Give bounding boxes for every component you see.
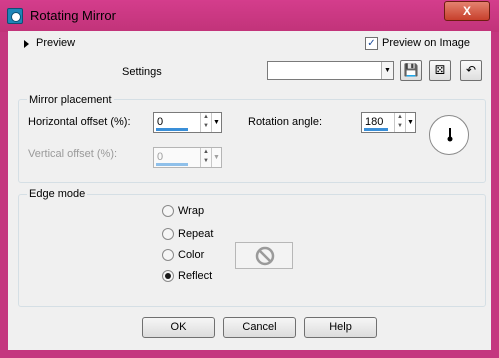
no-color-icon (255, 246, 275, 266)
dialog-body: Preview ✓ Preview on Image Settings ▼ 💾 … (8, 31, 491, 350)
chevron-down-icon: ▼ (211, 148, 221, 167)
chevron-down-icon[interactable]: ▼ (405, 113, 415, 132)
radio-color-label[interactable]: Color (178, 249, 204, 261)
radio-reflect[interactable] (162, 270, 174, 282)
spin-arrows-icon[interactable]: ▲ ▼ (200, 113, 211, 132)
rotation-dial[interactable] (429, 115, 469, 155)
chevron-down-icon[interactable]: ▼ (211, 113, 221, 132)
expand-arrow-icon[interactable] (24, 40, 29, 48)
app-icon (7, 8, 23, 24)
rotation-angle-value: 180 (365, 116, 384, 128)
reset-button[interactable]: ↶ (460, 60, 482, 81)
rotation-angle-spinner[interactable]: 180 ▲ ▼ ▼ (361, 112, 416, 133)
horizontal-offset-spinner[interactable]: 0 ▲ ▼ ▼ (153, 112, 222, 133)
mirror-placement-label: Mirror placement (27, 94, 114, 106)
close-button[interactable]: X (444, 1, 490, 21)
radio-repeat[interactable] (162, 228, 174, 240)
radio-repeat-label[interactable]: Repeat (178, 228, 213, 240)
vertical-offset-bar (156, 163, 188, 166)
radio-color[interactable] (162, 249, 174, 261)
vertical-offset-label: Vertical offset (%): (28, 148, 118, 160)
settings-dropdown[interactable]: ▼ (267, 61, 394, 80)
preview-on-image-label: Preview on Image (382, 37, 471, 49)
horizontal-offset-bar (156, 128, 188, 131)
settings-label: Settings (122, 66, 162, 78)
radio-wrap-label[interactable]: Wrap (178, 205, 204, 217)
help-button[interactable]: Help (304, 317, 377, 338)
ok-button[interactable]: OK (142, 317, 215, 338)
title-bar: Rotating Mirror X (0, 0, 499, 32)
color-swatch[interactable] (235, 242, 293, 269)
radio-reflect-label[interactable]: Reflect (178, 270, 212, 282)
save-preset-button[interactable]: 💾 (400, 60, 422, 81)
horizontal-offset-label: Horizontal offset (%): (28, 116, 131, 128)
vertical-offset-spinner: 0 ▲ ▼ ▼ (153, 147, 222, 168)
spin-arrows-icon: ▲ ▼ (200, 148, 211, 167)
radio-wrap[interactable] (162, 205, 174, 217)
horizontal-offset-value: 0 (157, 116, 164, 128)
chevron-down-icon[interactable]: ▼ (381, 62, 393, 79)
dice-icon: ⚄ (434, 63, 446, 77)
rotation-angle-bar (364, 128, 388, 131)
preview-on-image-checkbox[interactable]: ✓ (365, 37, 378, 50)
save-icon: 💾 (403, 63, 419, 77)
cancel-button[interactable]: Cancel (223, 317, 296, 338)
vertical-offset-value: 0 (157, 151, 164, 163)
reset-icon: ↶ (465, 63, 477, 77)
edge-mode-label: Edge mode (27, 188, 88, 200)
randomize-button[interactable]: ⚄ (429, 60, 451, 81)
window-title: Rotating Mirror (30, 8, 116, 23)
rotation-angle-label: Rotation angle: (248, 116, 322, 128)
spin-arrows-icon[interactable]: ▲ ▼ (394, 113, 405, 132)
dial-needle-icon (447, 128, 453, 142)
preview-toggle[interactable]: Preview (36, 37, 75, 49)
